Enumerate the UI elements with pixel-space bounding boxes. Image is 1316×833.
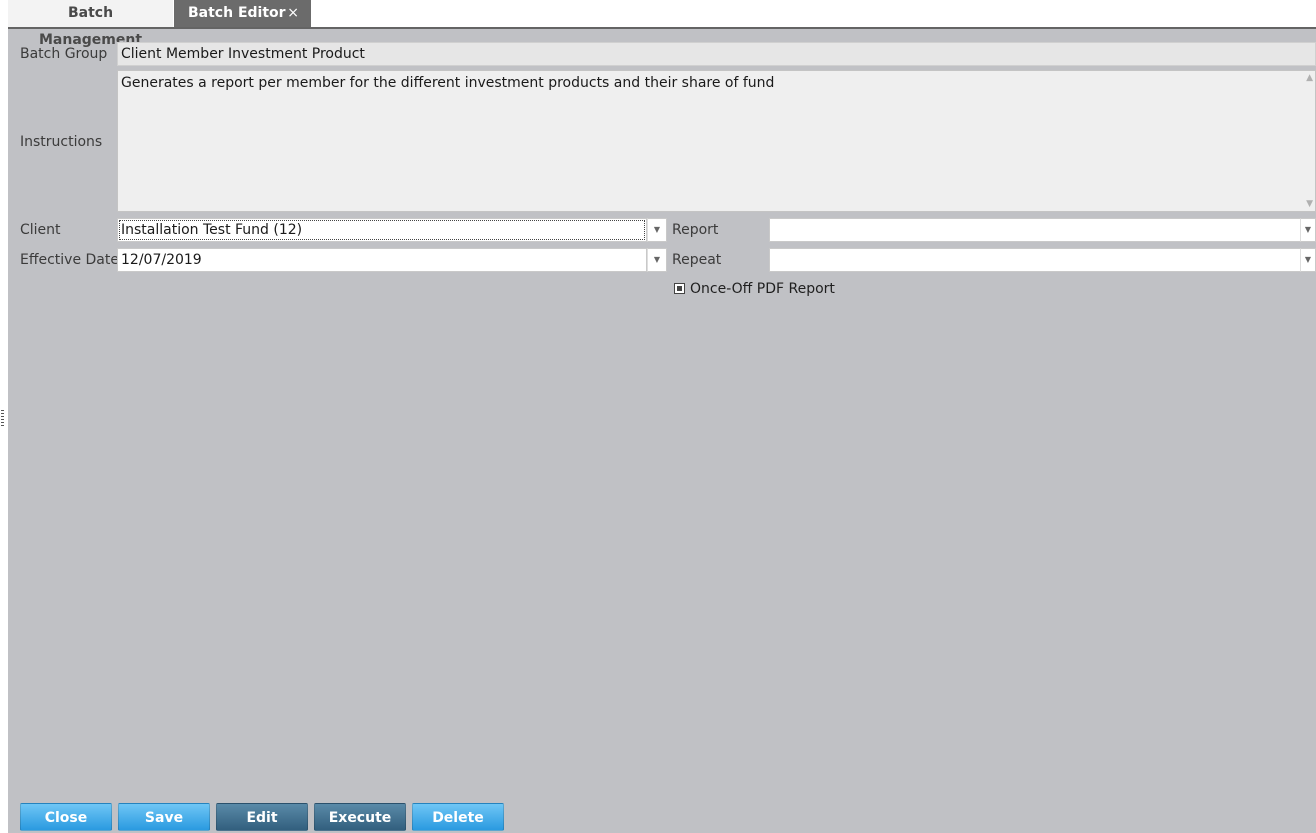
client-select[interactable]: Installation Test Fund (12) [117,218,647,242]
report-dropdown-chevron-down-icon[interactable]: ▼ [1300,218,1316,242]
repeat-label: Repeat [672,252,722,268]
tab-bar: Batch Management Batch Editor × [8,0,1316,48]
tab-batch-editor[interactable]: Batch Editor × [174,0,311,27]
repeat-select[interactable] [769,248,1301,272]
close-icon[interactable]: × [287,0,299,27]
effective-date-label: Effective Date [20,252,119,268]
tab-batch-management[interactable]: Batch Management [8,0,173,48]
instructions-label: Instructions [20,134,103,150]
repeat-dropdown-chevron-down-icon[interactable]: ▼ [1300,248,1316,272]
close-button[interactable]: Close [20,803,112,831]
instructions-textarea[interactable]: Generates a report per member for the di… [117,70,1316,212]
batch-group-label: Batch Group [20,46,108,62]
tab-label: Batch Editor [188,5,286,21]
left-panel-strip [0,0,8,833]
once-off-pdf-checkbox[interactable] [674,283,685,294]
client-label: Client [20,222,61,238]
execute-button[interactable]: Execute [314,803,406,831]
edit-button[interactable]: Edit [216,803,308,831]
scroll-up-icon[interactable]: ▲ [1306,73,1313,83]
scroll-down-icon[interactable]: ▼ [1306,199,1313,209]
instructions-text: Generates a report per member for the di… [121,75,775,91]
report-label: Report [672,222,719,238]
report-select[interactable] [769,218,1301,242]
save-button[interactable]: Save [118,803,210,831]
once-off-pdf-label[interactable]: Once-Off PDF Report [690,281,835,297]
batch-group-field: Client Member Investment Product [117,42,1316,66]
date-dropdown-chevron-down-icon[interactable]: ▼ [647,248,667,272]
client-dropdown-chevron-down-icon[interactable]: ▼ [647,218,667,242]
delete-button[interactable]: Delete [412,803,504,831]
splitter-grip-icon[interactable] [1,410,4,428]
effective-date-field[interactable]: 12/07/2019 [117,248,647,272]
